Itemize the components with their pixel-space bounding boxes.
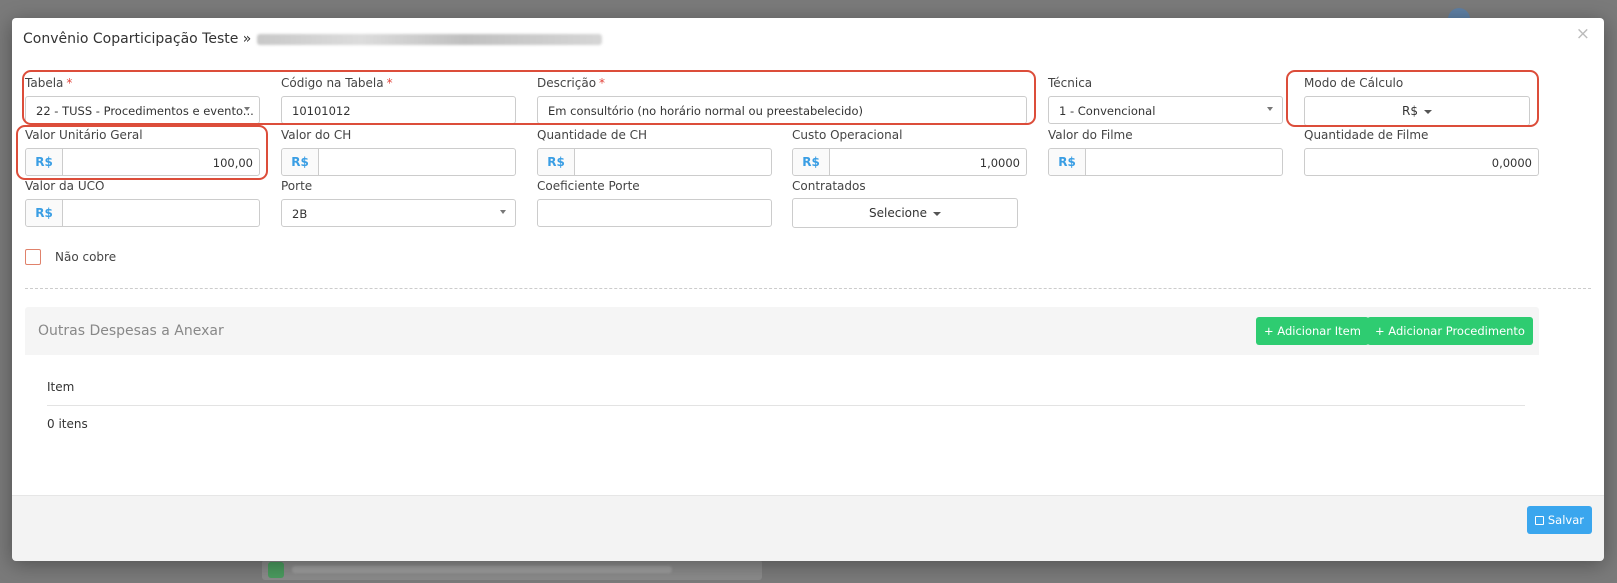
custo-operacional-label: Custo Operacional xyxy=(792,128,903,142)
modo-calculo-dropdown[interactable]: R$ xyxy=(1304,96,1530,126)
close-icon[interactable]: × xyxy=(1576,24,1590,44)
valor-filme-input[interactable]: R$ xyxy=(1048,148,1283,176)
descricao-input[interactable]: Em consultório (no horário normal ou pre… xyxy=(537,96,1027,124)
nao-cobre-label: Não cobre xyxy=(55,250,117,264)
modo-calculo-label: Modo de Cálculo xyxy=(1304,76,1404,90)
redacted-title-text xyxy=(257,33,603,45)
chevron-down-icon xyxy=(1267,107,1273,111)
currency-prefix: R$ xyxy=(282,149,319,175)
custo-operacional-input[interactable]: R$ 1,0000 xyxy=(792,148,1027,176)
currency-prefix: R$ xyxy=(26,149,63,175)
porte-select[interactable]: 2B xyxy=(281,199,516,227)
coeficiente-porte-input[interactable] xyxy=(537,199,772,227)
coeficiente-porte-label: Coeficiente Porte xyxy=(537,179,640,193)
column-header-item: Item xyxy=(47,380,75,394)
currency-prefix: R$ xyxy=(1049,149,1086,175)
tecnica-label: Técnica xyxy=(1048,76,1093,90)
modal-title-text: Convênio Coparticipação Teste » xyxy=(23,31,252,47)
caret-down-icon xyxy=(1423,109,1432,114)
codigo-input[interactable]: 10101012 xyxy=(281,96,516,124)
save-button[interactable]: Salvar xyxy=(1526,506,1592,534)
tecnica-select[interactable]: 1 - Convencional xyxy=(1048,96,1283,124)
valor-unitario-label: Valor Unitário Geral xyxy=(25,128,143,142)
quantidade-ch-input[interactable]: R$ xyxy=(537,148,772,176)
valor-unitario-input[interactable]: R$ 100,00 xyxy=(25,148,260,176)
panel-title: Outras Despesas a Anexar xyxy=(38,323,224,339)
valor-filme-label: Valor do Filme xyxy=(1048,128,1133,142)
outras-despesas-panel: Outras Despesas a Anexar + Adicionar Ite… xyxy=(25,307,1539,457)
tabela-label: Tabela * xyxy=(25,76,73,90)
codigo-label: Código na Tabela * xyxy=(281,76,393,90)
valor-ch-input[interactable]: R$ xyxy=(281,148,516,176)
quantidade-filme-input[interactable]: 0,0000 xyxy=(1304,148,1539,176)
add-procedimento-button[interactable]: + Adicionar Procedimento xyxy=(1367,317,1533,345)
currency-prefix: R$ xyxy=(26,200,63,226)
panel-header: Outras Despesas a Anexar + Adicionar Ite… xyxy=(25,307,1539,355)
item-count: 0 itens xyxy=(47,417,88,431)
nao-cobre-checkbox[interactable] xyxy=(25,249,41,265)
modal-footer: Salvar xyxy=(12,495,1604,561)
caret-down-icon xyxy=(932,211,941,216)
tabela-select[interactable]: 22 - TUSS - Procedimentos e evento... xyxy=(25,96,260,124)
porte-label: Porte xyxy=(281,179,313,193)
quantidade-ch-label: Quantidade de CH xyxy=(537,128,648,142)
modal-title: Convênio Coparticipação Teste » xyxy=(23,31,603,47)
chevron-down-icon xyxy=(500,210,506,214)
currency-prefix: R$ xyxy=(538,149,575,175)
floppy-disk-icon xyxy=(1534,516,1544,525)
valor-ch-label: Valor do CH xyxy=(281,128,352,142)
contratados-dropdown[interactable]: Selecione xyxy=(792,198,1018,228)
contratados-label: Contratados xyxy=(792,179,866,193)
valor-uco-input[interactable]: R$ xyxy=(25,199,260,227)
table-divider xyxy=(47,405,1525,406)
background-row xyxy=(262,560,762,580)
descricao-label: Descrição * xyxy=(537,76,606,90)
add-item-button[interactable]: + Adicionar Item xyxy=(1256,317,1369,345)
valor-uco-label: Valor da UCO xyxy=(25,179,105,193)
edit-procedure-modal: Convênio Coparticipação Teste » × Tabela… xyxy=(12,18,1604,561)
section-divider xyxy=(25,288,1591,289)
quantidade-filme-label: Quantidade de Filme xyxy=(1304,128,1429,142)
currency-prefix: R$ xyxy=(793,149,830,175)
chevron-down-icon xyxy=(244,107,250,111)
